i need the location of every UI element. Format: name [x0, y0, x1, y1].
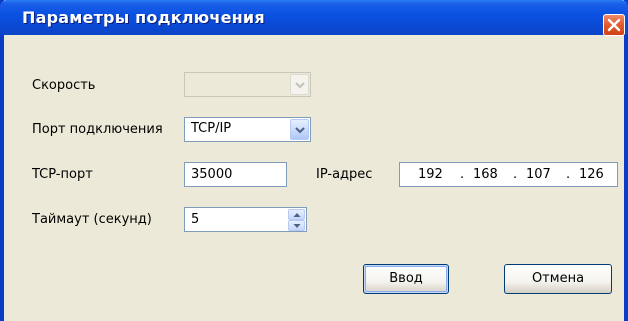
- cancel-button[interactable]: Отмена: [504, 264, 612, 294]
- timeout-decrement-button[interactable]: [288, 220, 305, 231]
- dialog-title: Параметры подключения: [22, 8, 265, 27]
- close-icon: [607, 18, 621, 32]
- connection-settings-dialog: Параметры подключения Скорость Порт подк…: [0, 0, 628, 321]
- ip-separator: .: [460, 167, 465, 182]
- arrow-down-icon: [293, 224, 301, 228]
- ip-octet-1[interactable]: 192: [418, 167, 443, 182]
- port-label: Порт подключения: [32, 122, 163, 137]
- arrow-up-icon: [293, 213, 301, 217]
- ip-address-label: IP-адрес: [316, 167, 373, 182]
- ip-octet-2[interactable]: 168: [473, 167, 498, 182]
- speed-dropdown-button[interactable]: [290, 74, 309, 95]
- title-bar[interactable]: Параметры подключения: [0, 0, 628, 36]
- tcp-port-input[interactable]: 35000: [184, 162, 287, 187]
- port-dropdown-button[interactable]: [290, 119, 309, 140]
- ip-address-input[interactable]: 192 . 168 . 107 . 126: [399, 162, 618, 187]
- ok-button[interactable]: Ввод: [363, 264, 449, 294]
- speed-select[interactable]: [184, 72, 311, 97]
- tcp-port-label: TCP-порт: [32, 167, 93, 182]
- timeout-label: Таймаут (секунд): [32, 212, 152, 227]
- timeout-spinner[interactable]: 5: [184, 207, 307, 232]
- ip-separator: .: [513, 167, 518, 182]
- timeout-increment-button[interactable]: [288, 209, 305, 220]
- close-button[interactable]: [603, 14, 625, 36]
- ip-octet-4[interactable]: 126: [579, 167, 604, 182]
- tcp-port-value: 35000: [191, 167, 233, 182]
- port-select[interactable]: TCP/IP: [184, 117, 311, 142]
- chevron-down-icon: [295, 127, 305, 134]
- port-value: TCP/IP: [191, 121, 232, 136]
- speed-label: Скорость: [32, 78, 96, 93]
- timeout-value: 5: [191, 212, 200, 227]
- chevron-down-icon: [295, 82, 305, 89]
- ip-separator: .: [566, 167, 571, 182]
- ip-octet-3[interactable]: 107: [526, 167, 551, 182]
